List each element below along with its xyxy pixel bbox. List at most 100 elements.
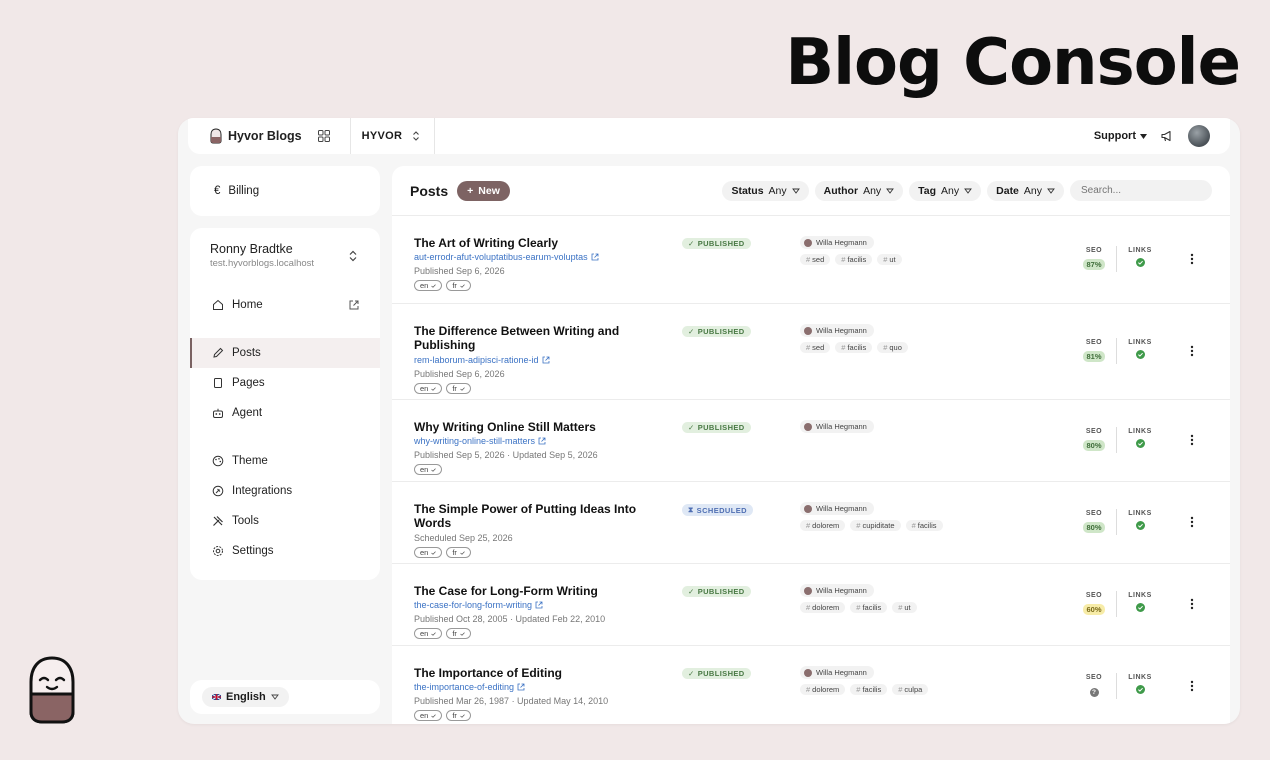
language-chip[interactable]: fr (446, 547, 471, 558)
language-select[interactable]: English (202, 687, 289, 707)
filter-tag[interactable]: Tag Any (909, 180, 982, 201)
plus-icon: + (467, 184, 474, 197)
user-switcher[interactable]: Ronny Bradtke test.hyvorblogs.localhost (210, 242, 360, 269)
more-actions-icon[interactable] (1190, 516, 1194, 528)
tag-chip[interactable]: # dolorem (800, 684, 846, 695)
tag-chip[interactable]: # facilis (850, 684, 888, 695)
post-title[interactable]: The Simple Power of Putting Ideas Into W… (414, 502, 664, 530)
language-chip[interactable]: en (414, 547, 443, 558)
post-row[interactable]: Why Writing Online Still Matters why-writ… (392, 400, 1230, 482)
language-chip[interactable]: en (414, 383, 443, 394)
author-chip[interactable]: Willa Hegmann (800, 324, 874, 337)
more-actions-icon[interactable] (1190, 434, 1194, 446)
tag-chip[interactable]: # facilis (835, 342, 873, 353)
check-icon (431, 550, 437, 555)
tag-chip[interactable]: # dolorem (800, 520, 846, 531)
new-post-button[interactable]: + New (457, 180, 510, 201)
language-chip[interactable]: en (414, 710, 443, 721)
tag-chip[interactable]: # facilis (850, 602, 888, 613)
tag-chip[interactable]: # sed (800, 342, 831, 353)
billing-link[interactable]: € Billing (190, 166, 380, 216)
links-indicator[interactable]: LINKS (1125, 674, 1155, 699)
app-window: Hyvor Blogs HYVOR Support € Billing Ronn… (178, 118, 1240, 724)
megaphone-icon[interactable] (1161, 130, 1174, 142)
external-link-icon[interactable] (348, 299, 360, 311)
links-indicator[interactable]: LINKS (1125, 592, 1155, 617)
filter-date[interactable]: Date Any (987, 180, 1064, 201)
language-chip[interactable]: fr (446, 383, 471, 394)
filter-status[interactable]: Status Any (722, 180, 809, 201)
sidebar-item-posts[interactable]: Posts (190, 338, 380, 368)
post-slug-link[interactable]: why-writing-online-still-matters (414, 436, 546, 446)
sidebar-item-home[interactable]: Home (190, 290, 380, 320)
check-icon: ✓ (688, 239, 695, 248)
seo-indicator[interactable]: SEO 60% (1080, 592, 1108, 617)
apps-grid-icon[interactable] (317, 130, 330, 142)
filter-author[interactable]: Author Any (814, 180, 904, 201)
user-avatar[interactable] (1188, 125, 1210, 147)
author-chip[interactable]: Willa Hegmann (800, 236, 874, 249)
status-badge: ⧗ SCHEDULED (682, 504, 753, 516)
seo-indicator[interactable]: SEO 81% (1080, 339, 1108, 364)
tag-chip[interactable]: # sed (800, 254, 831, 265)
post-slug-link[interactable]: the-importance-of-editing (414, 682, 525, 692)
post-title[interactable]: The Art of Writing Clearly (414, 236, 664, 250)
sidebar-item-pages[interactable]: Pages (190, 368, 380, 398)
post-row[interactable]: The Simple Power of Putting Ideas Into W… (392, 482, 1230, 564)
seo-indicator[interactable]: SEO 87% (1080, 247, 1108, 272)
post-title[interactable]: The Difference Between Writing and Publi… (414, 324, 664, 352)
tag-chip[interactable]: # ut (892, 602, 917, 613)
slug-text: why-writing-online-still-matters (414, 436, 536, 446)
author-chip[interactable]: Willa Hegmann (800, 502, 874, 515)
tag-chip[interactable]: # facilis (835, 254, 873, 265)
sidebar-item-theme[interactable]: Theme (190, 446, 380, 476)
sidebar-item-integrations[interactable]: Integrations (190, 476, 380, 506)
language-chip[interactable]: en (414, 464, 443, 475)
sidebar-item-agent[interactable]: Agent (190, 398, 380, 428)
hero-title: Blog Console (785, 26, 1241, 100)
tag-chip[interactable]: # culpa (892, 684, 929, 695)
post-slug-link[interactable]: the-case-for-long-form-writing (414, 600, 543, 610)
links-indicator[interactable]: LINKS (1125, 510, 1155, 535)
seo-indicator[interactable]: SEO 80% (1080, 510, 1108, 535)
links-indicator[interactable]: LINKS (1125, 428, 1155, 453)
more-actions-icon[interactable] (1190, 680, 1194, 692)
post-title[interactable]: The Importance of Editing (414, 666, 664, 680)
author-chip[interactable]: Willa Hegmann (800, 420, 874, 433)
more-actions-icon[interactable] (1190, 345, 1194, 357)
post-row[interactable]: The Importance of Editing the-importance-… (392, 646, 1230, 724)
sidebar-nav: Ronny Bradtke test.hyvorblogs.localhost … (190, 228, 380, 580)
support-menu[interactable]: Support (1094, 130, 1147, 142)
brand[interactable]: Hyvor Blogs (188, 118, 351, 154)
author-chip[interactable]: Willa Hegmann (800, 666, 874, 679)
more-actions-icon[interactable] (1190, 253, 1194, 265)
post-row[interactable]: The Difference Between Writing and Publi… (392, 304, 1230, 400)
tag-chip[interactable]: # ut (877, 254, 902, 265)
sidebar-item-label: Theme (232, 455, 268, 467)
author-chip[interactable]: Willa Hegmann (800, 584, 874, 597)
language-chip[interactable]: en (414, 628, 443, 639)
post-title[interactable]: Why Writing Online Still Matters (414, 420, 664, 434)
post-row[interactable]: The Case for Long-Form Writing the-case-f… (392, 564, 1230, 646)
links-indicator[interactable]: LINKS (1125, 247, 1155, 272)
post-slug-link[interactable]: aut-errodr-afut-voluptatibus-earum-volup… (414, 252, 599, 262)
links-indicator[interactable]: LINKS (1125, 339, 1155, 364)
tag-chip[interactable]: # quo (877, 342, 908, 353)
sidebar-item-settings[interactable]: Settings (190, 536, 380, 566)
language-chip[interactable]: fr (446, 280, 471, 291)
language-chip[interactable]: en (414, 280, 443, 291)
post-row[interactable]: The Art of Writing Clearly aut-errodr-afu… (392, 216, 1230, 304)
seo-indicator[interactable]: SEO 80% (1080, 428, 1108, 453)
post-slug-link[interactable]: rem-laborum-adipisci-ratione-id (414, 355, 550, 365)
seo-indicator[interactable]: SEO? (1080, 674, 1108, 699)
language-chip[interactable]: fr (446, 710, 471, 721)
language-chip[interactable]: fr (446, 628, 471, 639)
blog-switcher[interactable]: HYVOR (351, 118, 436, 154)
post-title[interactable]: The Case for Long-Form Writing (414, 584, 664, 598)
tag-chip[interactable]: # dolorem (800, 602, 846, 613)
tag-chip[interactable]: # facilis (905, 520, 943, 531)
more-actions-icon[interactable] (1190, 598, 1194, 610)
sidebar-item-tools[interactable]: Tools (190, 506, 380, 536)
tag-chip[interactable]: # cupiditate (850, 520, 901, 531)
search-input[interactable] (1070, 180, 1212, 201)
